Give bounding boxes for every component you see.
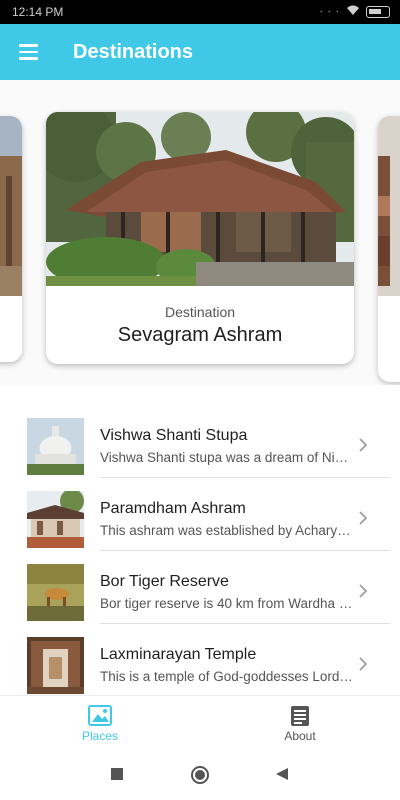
list-item[interactable]: Laxminarayan Temple This is a temple of …	[0, 624, 400, 695]
carousel-card-previous[interactable]	[0, 116, 22, 362]
status-icons: · · ·	[319, 4, 390, 19]
bottom-navigation: Places About	[0, 695, 400, 751]
menu-icon[interactable]	[0, 24, 56, 80]
paramdham-ashram-thumbnail	[27, 491, 84, 548]
item-description: This ashram was established by Acharya V…	[100, 523, 353, 538]
item-title: Vishwa Shanti Stupa	[100, 427, 248, 444]
article-icon	[291, 705, 309, 726]
battery-icon	[366, 5, 390, 18]
chevron-right-icon	[359, 657, 368, 671]
destination-carousel[interactable]: Destination Sevagram Ashram	[0, 80, 400, 385]
nav-item-about[interactable]: About	[200, 696, 400, 751]
item-title: Paramdham Ashram	[100, 500, 246, 517]
item-title: Laxminarayan Temple	[100, 646, 257, 663]
list-item[interactable]: Paramdham Ashram This ashram was establi…	[0, 478, 400, 551]
places-list[interactable]: Vishwa Shanti Stupa Vishwa Shanti stupa …	[0, 405, 400, 695]
card-caption: Destination Sevagram Ashram	[46, 286, 354, 347]
item-description: This is a temple of God-goddesses Lord L…	[100, 669, 353, 684]
bor-tiger-reserve-thumbnail	[27, 564, 84, 621]
nav-label-places: Places	[81, 728, 119, 743]
status-time: 12:14 PM	[12, 5, 64, 19]
nav-item-places[interactable]: Places	[0, 696, 200, 751]
chevron-right-icon	[359, 511, 368, 525]
laxminarayan-temple-thumbnail	[27, 637, 84, 694]
chevron-right-icon	[359, 584, 368, 598]
sevagram-ashram-image	[46, 112, 354, 286]
item-description: Bor tiger reserve is 40 km from Wardha c…	[100, 596, 353, 611]
next-destination-image	[378, 116, 400, 296]
carousel-card-active[interactable]: Destination Sevagram Ashram	[46, 112, 354, 364]
back-button[interactable]	[275, 767, 289, 781]
nav-label-about: About	[284, 728, 316, 743]
list-item[interactable]: Vishwa Shanti Stupa Vishwa Shanti stupa …	[0, 405, 400, 478]
photo-library-icon	[88, 704, 112, 726]
recent-apps-button[interactable]	[110, 767, 124, 781]
item-description: Vishwa Shanti stupa was a dream of Nichi…	[100, 450, 353, 465]
chevron-right-icon	[359, 438, 368, 452]
card-subtitle: Destination	[164, 304, 236, 320]
page-title: Destinations	[73, 40, 194, 63]
app-bar: Destinations	[0, 24, 400, 80]
system-navigation-bar	[0, 751, 400, 800]
list-item[interactable]: Bor Tiger Reserve Bor tiger reserve is 4…	[0, 551, 400, 624]
carousel-card-next[interactable]	[378, 116, 400, 382]
card-title: Sevagram Ashram	[117, 324, 283, 346]
item-title: Bor Tiger Reserve	[100, 573, 229, 590]
status-bar: 12:14 PM · · ·	[0, 0, 400, 24]
wifi-icon	[346, 4, 360, 19]
previous-destination-image	[0, 116, 22, 296]
vishwa-shanti-stupa-thumbnail	[27, 418, 84, 475]
home-button[interactable]	[190, 765, 210, 785]
status-indicators: · · ·	[319, 6, 340, 17]
